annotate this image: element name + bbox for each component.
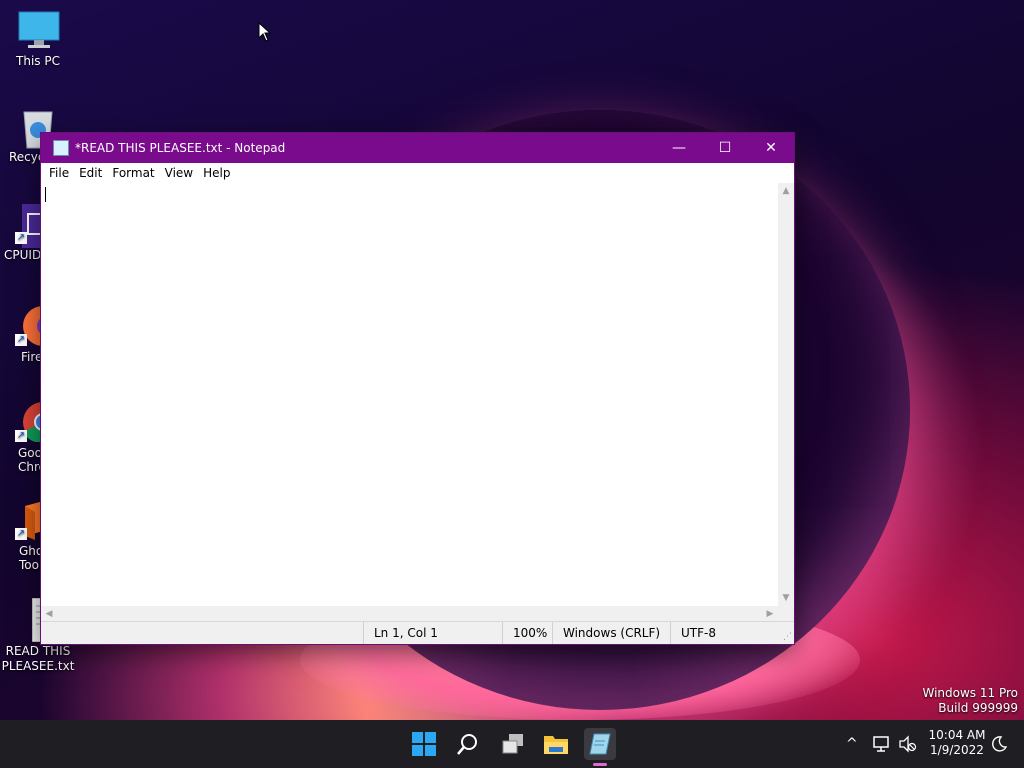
shortcut-arrow-icon: ↗: [15, 430, 27, 442]
monitor-icon: [18, 10, 60, 50]
watermark-build: Build 999999: [938, 701, 1018, 715]
horizontal-scrollbar[interactable]: ◀ ▶: [41, 606, 778, 622]
menu-format[interactable]: Format: [107, 166, 159, 180]
status-line-ending: Windows (CRLF): [552, 622, 671, 644]
status-cursor-position: Ln 1, Col 1: [363, 622, 502, 644]
desktop-icon-this-pc[interactable]: This PC: [0, 10, 76, 68]
notepad-icon[interactable]: [584, 728, 616, 766]
mouse-pointer-icon: [258, 22, 272, 42]
notepad-app-icon: [53, 140, 69, 156]
file-explorer-icon[interactable]: [540, 728, 572, 760]
menu-help[interactable]: Help: [198, 166, 235, 180]
desktop-icon-label: READ THIS: [5, 644, 71, 658]
desktop-icon-label: This PC: [16, 54, 60, 68]
notification-center-icon[interactable]: [990, 720, 1008, 768]
tray-overflow-chevron-icon[interactable]: ^: [846, 720, 858, 768]
menu-bar: File Edit Format View Help: [41, 163, 794, 183]
active-app-indicator: [593, 763, 607, 766]
desktop-icon-label: PLEASEE.txt: [1, 659, 75, 673]
shortcut-arrow-icon: ↗: [15, 232, 27, 244]
scroll-right-arrow-icon[interactable]: ▶: [762, 606, 778, 622]
desktop-icon-label-group: READ THIS PLEASEE.txt: [0, 644, 76, 674]
menu-edit[interactable]: Edit: [74, 166, 107, 180]
start-icon[interactable]: [408, 728, 440, 760]
scroll-up-arrow-icon[interactable]: ▲: [778, 183, 794, 199]
watermark-edition: Windows 11 Pro: [922, 686, 1018, 700]
shortcut-arrow-icon: ↗: [15, 528, 27, 540]
taskbar: ^ 10:04 AM 1/9/2022: [0, 720, 1024, 768]
status-zoom: 100%: [502, 622, 552, 644]
scroll-down-arrow-icon[interactable]: ▼: [778, 590, 794, 606]
minimize-button[interactable]: —: [656, 133, 702, 163]
menu-view[interactable]: View: [160, 166, 198, 180]
resize-grip-icon[interactable]: ⋰: [783, 632, 792, 642]
status-encoding: UTF-8: [670, 622, 761, 644]
shortcut-arrow-icon: ↗: [15, 334, 27, 346]
maximize-button[interactable]: ☐: [702, 133, 748, 163]
network-icon[interactable]: [872, 720, 892, 768]
volume-muted-icon[interactable]: [898, 720, 918, 768]
text-caret: [45, 187, 46, 202]
menu-file[interactable]: File: [44, 166, 74, 180]
clock-date: 1/9/2022: [930, 743, 984, 757]
vertical-scrollbar[interactable]: ▲ ▼: [778, 183, 794, 606]
clock-time: 10:04 AM: [928, 728, 986, 742]
text-editor-area[interactable]: [41, 183, 778, 606]
search-icon[interactable]: [452, 728, 484, 760]
window-title: *READ THIS PLEASEE.txt - Notepad: [75, 141, 286, 155]
scrollbar-corner: [778, 606, 794, 622]
notepad-window: *READ THIS PLEASEE.txt - Notepad — ☐ ✕ F…: [40, 132, 795, 645]
scroll-left-arrow-icon[interactable]: ◀: [41, 606, 57, 622]
windows-watermark: Windows 11 Pro Build 999999: [922, 686, 1018, 716]
system-clock[interactable]: 10:04 AM 1/9/2022: [928, 728, 986, 758]
status-bar: Ln 1, Col 1 100% Windows (CRLF) UTF-8 ⋰: [41, 621, 794, 644]
task-view-icon[interactable]: [497, 728, 529, 760]
close-button[interactable]: ✕: [748, 133, 794, 163]
title-bar[interactable]: *READ THIS PLEASEE.txt - Notepad — ☐ ✕: [41, 133, 794, 163]
